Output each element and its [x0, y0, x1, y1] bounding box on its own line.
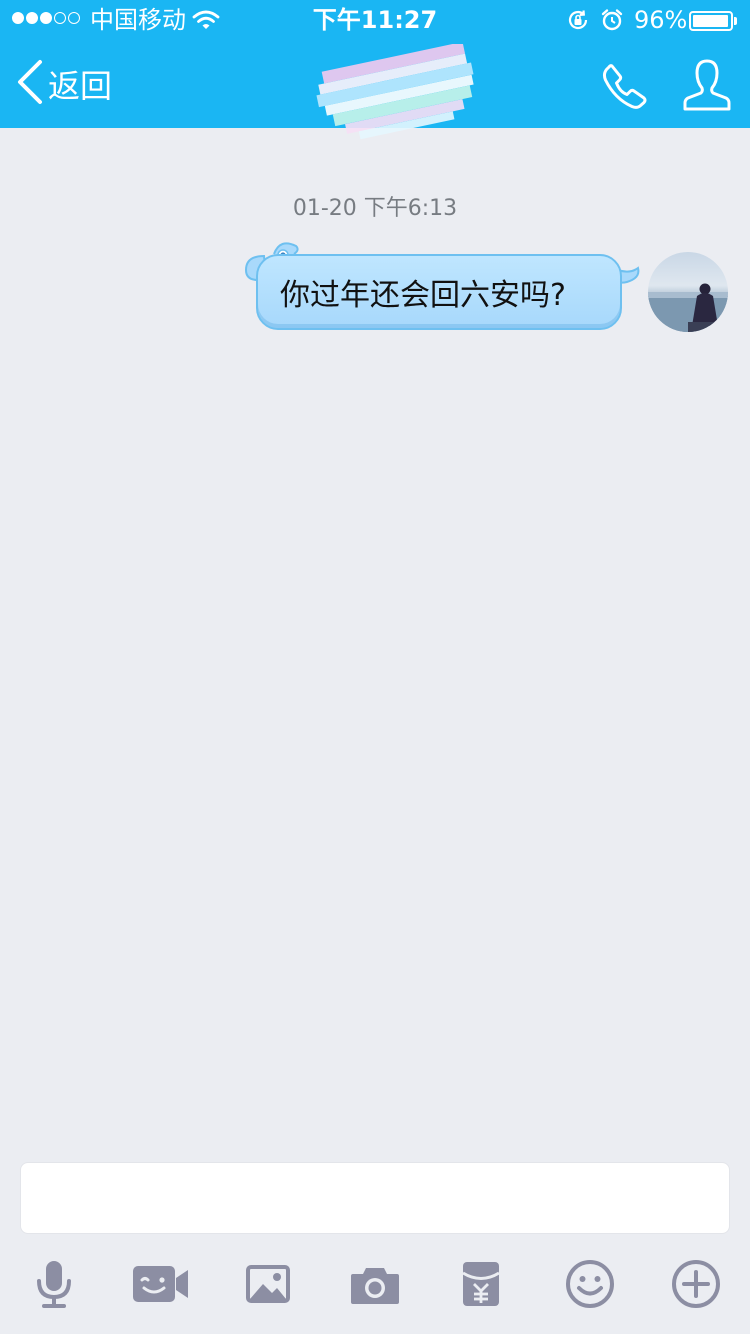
contact-profile-button[interactable]: [682, 58, 732, 117]
status-bar: 中国移动 下午11:27 96%: [0, 0, 750, 40]
message-bubble-container[interactable]: 你过年还会回六安吗?: [244, 240, 644, 336]
red-packet-icon[interactable]: [460, 1258, 502, 1310]
avatar[interactable]: [648, 252, 728, 332]
rotation-lock-icon: [566, 8, 590, 39]
image-icon[interactable]: [244, 1258, 292, 1310]
chat-area[interactable]: 01-20 下午6:13 你过年还会回六安吗?: [0, 128, 750, 1144]
video-call-icon[interactable]: [132, 1258, 190, 1310]
message-input[interactable]: [20, 1162, 730, 1234]
avatar-person-figure: [648, 283, 728, 332]
phone-icon: [600, 64, 648, 114]
message-timestamp: 01-20 下午6:13: [292, 196, 458, 221]
battery-percentage: 96%: [634, 6, 688, 34]
back-button[interactable]: 返回: [16, 58, 113, 111]
outgoing-message-bubble[interactable]: 你过年还会回六安吗?: [256, 254, 622, 330]
chevron-left-icon: [16, 58, 44, 111]
battery-icon: [689, 11, 733, 31]
person-icon: [682, 59, 732, 116]
phone-call-button[interactable]: [600, 62, 648, 115]
plus-icon[interactable]: [670, 1258, 722, 1310]
camera-icon[interactable]: [350, 1258, 400, 1310]
message-text: 你过年还会回六安吗?: [280, 278, 566, 313]
microphone-icon[interactable]: [28, 1258, 80, 1310]
back-label: 返回: [48, 67, 113, 105]
emoji-icon[interactable]: [564, 1258, 616, 1310]
battery-tip: [734, 17, 737, 25]
battery-level-fill: [693, 15, 728, 27]
top-bar: 中国移动 下午11:27 96% 返回: [0, 0, 750, 140]
alarm-icon: [600, 8, 624, 39]
message-row: 你过年还会回六安吗?: [0, 240, 750, 340]
